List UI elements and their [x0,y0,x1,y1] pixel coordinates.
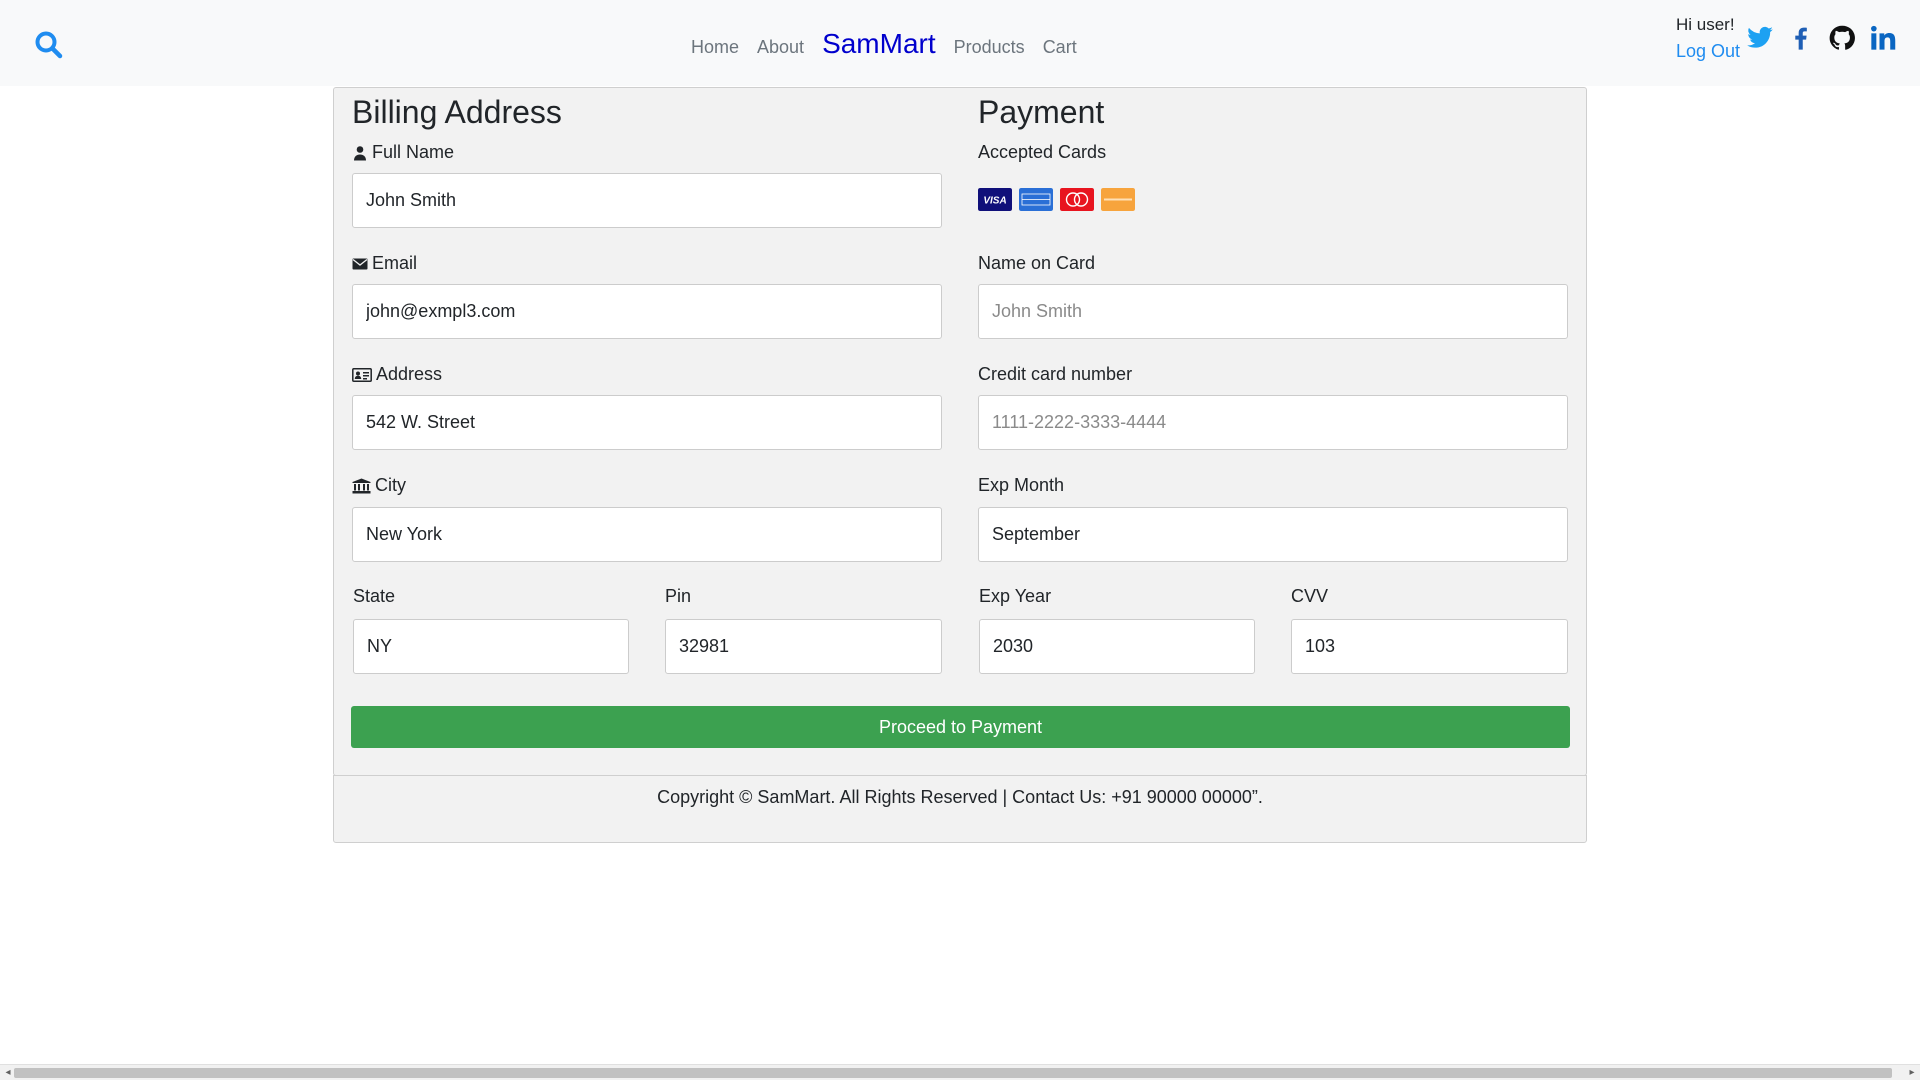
accepted-cards-label: Accepted Cards [978,142,1107,162]
scroll-left-arrow-icon[interactable]: ◂ [2,1067,14,1079]
card-number-label: Credit card number [978,364,1133,384]
search-icon[interactable] [34,30,64,60]
amex-icon [1019,188,1053,211]
cvv-input[interactable] [1291,619,1568,674]
nav-products-link[interactable]: Products [954,37,1025,58]
address-label-text: Address [376,364,443,384]
twitter-icon[interactable] [1746,24,1774,52]
mastercard-icon [1060,188,1094,211]
exp-year-input[interactable] [979,619,1255,674]
address-card-icon [352,367,372,382]
card-number-input[interactable] [978,395,1568,450]
discover-icon [1101,188,1135,211]
address-input[interactable] [352,395,942,450]
footer: Copyright © SamMart. All Rights Reserved… [333,775,1587,843]
email-label: Email [352,253,417,274]
address-label: Address [352,364,442,385]
city-input[interactable] [352,507,942,562]
exp-year-label: Exp Year [979,586,1052,606]
institution-icon [352,478,371,493]
email-input[interactable] [352,284,942,339]
horizontal-scrollbar[interactable]: ◂ ▸ [0,1064,1920,1080]
top-navbar: Home About SamMart Products Cart Hi user… [0,0,1920,86]
nav-links: Home About SamMart Products Cart [691,28,1095,60]
brand-logo-link[interactable]: SamMart [822,28,936,60]
name-on-card-label: Name on Card [978,253,1096,273]
full-name-label: Full Name [352,142,454,163]
pin-label: Pin [665,586,692,606]
accepted-cards: VISA [978,188,1142,211]
cvv-label: CVV [1291,586,1329,606]
exp-month-label: Exp Month [978,475,1065,495]
linkedin-icon[interactable] [1869,24,1897,52]
name-on-card-input[interactable] [978,284,1568,339]
scroll-right-arrow-icon[interactable]: ▸ [1906,1067,1918,1079]
state-label: State [353,586,396,606]
checkout-card: Billing Address Full Name Email [333,87,1587,776]
github-icon[interactable] [1828,24,1856,52]
user-box: Hi user! Log Out [1676,12,1740,64]
full-name-input[interactable] [352,173,942,228]
full-name-label-text: Full Name [372,142,455,162]
facebook-icon[interactable] [1787,24,1815,52]
payment-title: Payment [978,94,1105,130]
nav-cart-link[interactable]: Cart [1043,37,1077,58]
logout-link[interactable]: Log Out [1676,38,1740,64]
email-label-text: Email [372,253,418,273]
social-links [1746,24,1910,52]
pin-input[interactable] [665,619,942,674]
scrollbar-thumb[interactable] [14,1068,1892,1078]
exp-month-input[interactable] [978,507,1568,562]
proceed-to-payment-button[interactable]: Proceed to Payment [351,706,1570,748]
nav-home-link[interactable]: Home [691,37,739,58]
envelope-icon [352,258,368,269]
svg-text:VISA: VISA [983,196,1006,207]
user-icon [354,145,366,160]
visa-icon: VISA [978,188,1012,211]
city-label-text: City [375,475,406,495]
state-input[interactable] [353,619,629,674]
user-greeting: Hi user! [1676,15,1735,34]
nav-about-link[interactable]: About [757,37,804,58]
city-label: City [352,475,406,496]
footer-copyright: Copyright © SamMart. All Rights Reserved… [657,787,1263,807]
billing-title: Billing Address [352,94,562,130]
